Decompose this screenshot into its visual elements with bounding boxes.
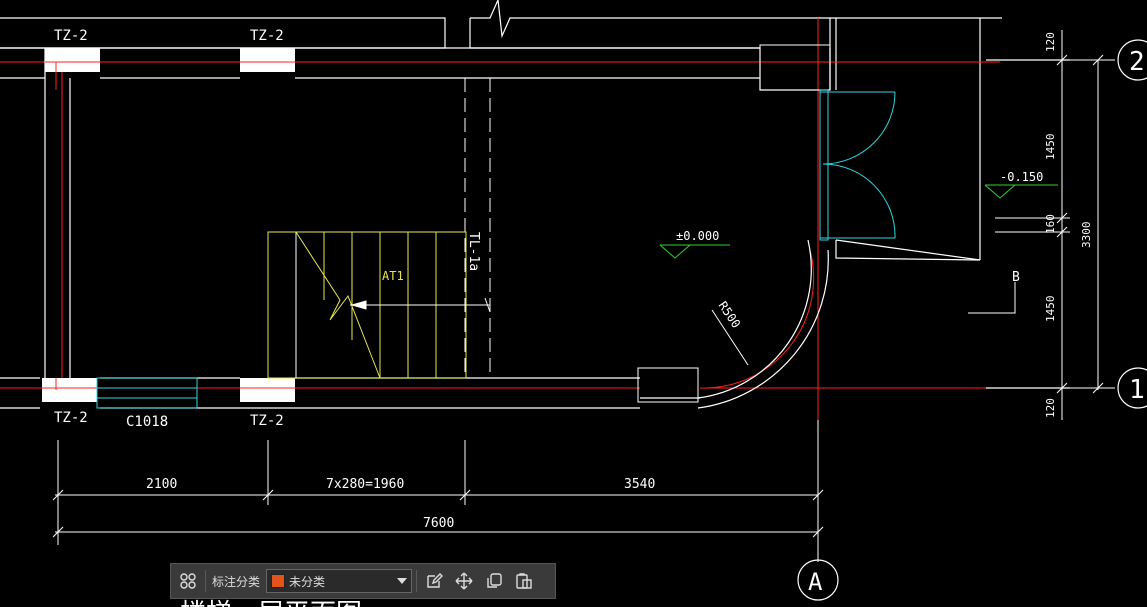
- axis-a-label: A: [808, 568, 823, 596]
- interior-walls: [0, 47, 1070, 409]
- category-select[interactable]: 未分类: [266, 569, 413, 593]
- column-label-top-mid: TZ-2: [250, 28, 284, 44]
- dim-right-bottom: 120: [1044, 398, 1057, 418]
- column-label-bottom-left: TZ-2: [54, 410, 88, 426]
- dim-3540: 3540: [624, 477, 655, 492]
- toolbar-separator: [416, 570, 418, 592]
- dim-stair: 7x280=1960: [326, 477, 404, 492]
- axis-1-label: 1: [1129, 375, 1145, 405]
- axis-bubbles: [797, 39, 1147, 601]
- section-marker: [968, 282, 1016, 314]
- column-label-bottom-mid: TZ-2: [250, 413, 284, 429]
- column-label-top-left: TZ-2: [54, 28, 88, 44]
- dim-right-top: 120: [1044, 32, 1057, 52]
- category-label: 标注分类: [212, 574, 261, 589]
- dim-right-mid: 160: [1044, 214, 1057, 234]
- window-c1018: [96, 377, 198, 409]
- paste-icon[interactable]: [511, 568, 537, 594]
- top-walls: [0, 0, 1002, 260]
- columns: [42, 48, 295, 402]
- cad-canvas[interactable]: TZ-2 TZ-2 TZ-2 TZ-2 C1018 TL-1a AT1 ±0.0…: [0, 0, 1147, 607]
- section-label: B: [1012, 270, 1020, 285]
- dim-right-upper: 1450: [1044, 134, 1057, 161]
- doors: [819, 89, 896, 241]
- drawing-title-partial: 楼梯一层平面图: [180, 599, 362, 607]
- toolbar-separator: [205, 570, 206, 592]
- elevation-side: -0.150: [1000, 170, 1043, 184]
- color-swatch: [271, 574, 286, 588]
- stair-arrow: [350, 297, 491, 313]
- elevation-main: ±0.000: [676, 229, 719, 243]
- dim-right-lower: 1450: [1044, 296, 1057, 323]
- column-axis-marks: [42, 61, 295, 390]
- elevation-markers: [659, 184, 1058, 259]
- chevron-down-icon: [397, 578, 408, 584]
- radius-label: R500: [716, 299, 744, 331]
- category-select-value: 未分类: [289, 574, 326, 589]
- dim-2100: 2100: [146, 477, 177, 492]
- edit-icon[interactable]: [421, 568, 447, 594]
- dim-right-total: 3300: [1080, 222, 1093, 249]
- move-icon[interactable]: [451, 568, 477, 594]
- dim-total: 7600: [423, 516, 454, 531]
- stair-label: AT1: [382, 269, 404, 283]
- copy-icon[interactable]: [481, 568, 507, 594]
- axis-2-label: 2: [1129, 47, 1145, 77]
- annotation-toolbar: 标注分类 未分类: [170, 563, 556, 599]
- beam-dashed: [267, 78, 491, 378]
- grid-icon[interactable]: [175, 568, 201, 594]
- window-label: C1018: [126, 414, 168, 430]
- beam-label: TL-1a: [466, 232, 481, 271]
